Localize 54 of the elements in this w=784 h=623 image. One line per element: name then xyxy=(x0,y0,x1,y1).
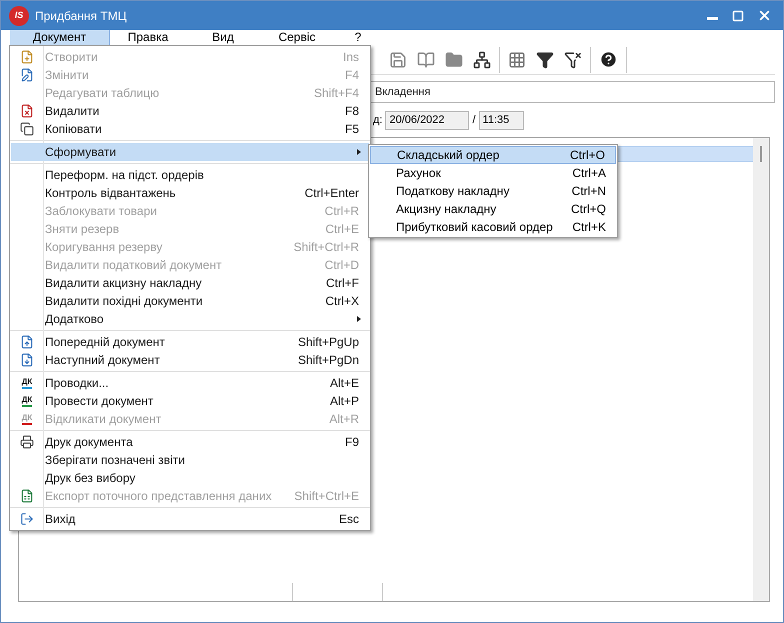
hierarchy-icon[interactable] xyxy=(473,50,491,68)
menu-item[interactable]: Копіювати F5 xyxy=(11,120,369,138)
maximize-icon xyxy=(732,10,744,22)
menu-bar-item[interactable]: Сервіс xyxy=(260,30,334,45)
date-label: д: xyxy=(373,112,382,128)
submenu-item[interactable]: Акцизну накладну Ctrl+Q xyxy=(370,200,616,218)
filter-icon[interactable] xyxy=(536,50,554,68)
menu-item[interactable]: Переформ. на підст. ордерів xyxy=(11,166,369,184)
menu-item[interactable]: Видалити похідні документи Ctrl+X xyxy=(11,292,369,310)
menu-item[interactable]: ДК Провести документ Alt+P xyxy=(11,392,369,410)
previous-document-icon xyxy=(20,335,34,349)
save-icon[interactable] xyxy=(389,50,407,68)
submenu-item[interactable]: Рахунок Ctrl+A xyxy=(370,164,616,182)
help-icon[interactable] xyxy=(599,50,618,69)
clear-filter-icon[interactable] xyxy=(564,50,582,68)
next-document-icon xyxy=(20,353,34,367)
submenu-item[interactable]: Податкову накладну Ctrl+N xyxy=(370,182,616,200)
menu-item[interactable]: Видалити акцизну накладну Ctrl+F xyxy=(11,274,369,292)
copy-icon xyxy=(20,122,34,136)
attachments-tab[interactable]: Вкладення xyxy=(375,84,430,100)
menu-item[interactable]: Сформувати xyxy=(11,143,369,161)
submenu-item[interactable]: Прибутковий касовий ордер Ctrl+K xyxy=(370,218,616,236)
delete-document-icon xyxy=(20,104,34,118)
window-title: Придбання ТМЦ xyxy=(35,8,127,24)
folder-icon[interactable] xyxy=(445,50,463,68)
menu-item[interactable]: Контроль відвантажень Ctrl+Enter xyxy=(11,184,369,202)
new-document-icon xyxy=(20,50,34,64)
menu-item[interactable]: Додатково xyxy=(11,310,369,328)
menu-item[interactable]: Видалити F8 xyxy=(11,102,369,120)
edit-document-icon xyxy=(20,68,34,82)
scrollbar[interactable] xyxy=(753,138,769,601)
menu-item[interactable]: ДК Проводки... Alt+E xyxy=(11,374,369,392)
menu-item[interactable]: Друк документа F9 xyxy=(11,433,369,451)
menu-item[interactable]: Попередній документ Shift+PgUp xyxy=(11,333,369,351)
printer-icon xyxy=(20,435,34,449)
book-icon[interactable] xyxy=(417,50,435,68)
app-logo-icon: IS xyxy=(9,6,29,26)
minimize-icon xyxy=(706,17,718,20)
exit-icon xyxy=(20,512,34,526)
date-field[interactable]: 20/06/2022 xyxy=(385,110,470,130)
date-time-separator: / xyxy=(472,112,476,128)
time-field[interactable]: 11:35 xyxy=(478,110,524,130)
submenu-item[interactable]: Складський ордер Ctrl+O xyxy=(370,146,616,164)
table-icon[interactable] xyxy=(508,50,526,68)
menu-item[interactable]: Наступний документ Shift+PgDn xyxy=(11,351,369,369)
menu-bar-item[interactable]: ? xyxy=(334,30,382,45)
menu-bar-item[interactable]: Вид xyxy=(186,30,260,45)
menu-item[interactable]: Зберігати позначені звіти xyxy=(11,451,369,469)
menu-item[interactable]: Вихід Esc xyxy=(11,510,369,528)
menu-item[interactable]: Друк без вибору xyxy=(11,469,369,487)
menu-bar-item[interactable]: Документ xyxy=(10,30,110,45)
spreadsheet-icon xyxy=(20,489,34,503)
scrollbar-thumb[interactable] xyxy=(760,146,762,162)
menu-bar-item[interactable]: Правка xyxy=(110,30,186,45)
